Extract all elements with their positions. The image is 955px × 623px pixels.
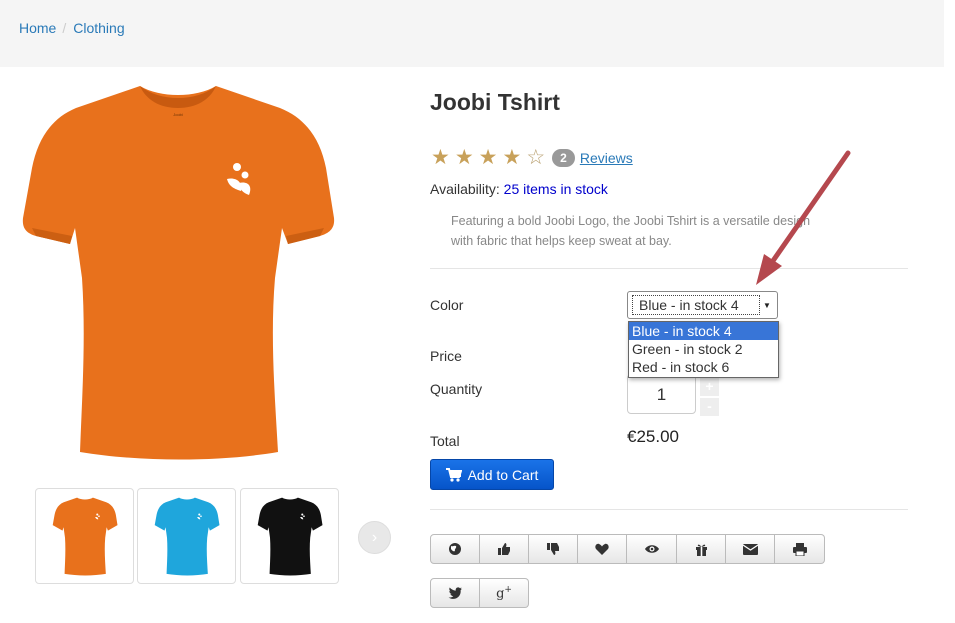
availability-value: 25 items in stock xyxy=(503,181,608,197)
star-filled-icon: ★ xyxy=(502,146,522,169)
thumbnail-blue[interactable] xyxy=(137,488,236,584)
quantity-decrease-button[interactable]: - xyxy=(700,398,719,416)
star-filled-icon: ★ xyxy=(431,146,450,169)
heart-icon xyxy=(595,543,609,555)
color-select[interactable]: Blue - in stock 4 ▼ xyxy=(627,291,778,319)
availability-label: Availability: xyxy=(430,181,500,197)
color-select-value: Blue - in stock 4 xyxy=(632,295,760,315)
breadcrumb-home-link[interactable]: Home xyxy=(19,20,56,36)
product-main-image[interactable]: Joobi xyxy=(20,78,336,462)
dislike-button[interactable] xyxy=(529,534,578,564)
thumbs-up-icon xyxy=(498,543,510,555)
google-plus-icon: g+ xyxy=(496,584,512,602)
thumbnail-black[interactable] xyxy=(240,488,339,584)
quantity-increase-button[interactable]: + xyxy=(700,378,719,396)
wishlist-button[interactable] xyxy=(578,534,627,564)
divider xyxy=(430,509,908,510)
star-empty-icon: ☆ xyxy=(526,146,546,169)
color-dropdown-list: Blue - in stock 4 Green - in stock 2 Red… xyxy=(628,321,779,378)
divider xyxy=(430,268,908,269)
eye-icon xyxy=(644,545,659,553)
color-option-blue[interactable]: Blue - in stock 4 xyxy=(629,322,778,340)
add-to-cart-button[interactable]: Add to Cart xyxy=(430,459,554,490)
product-description: Featuring a bold Joobi Logo, the Joobi T… xyxy=(451,214,811,248)
envelope-icon xyxy=(742,543,758,555)
color-option-green[interactable]: Green - in stock 2 xyxy=(629,340,778,358)
tshirt-thumbnail-image xyxy=(257,497,322,576)
product-rating: ★ ★ ★ ★ ☆ 2 Reviews xyxy=(431,147,633,169)
social-share-group: g+ xyxy=(430,578,529,608)
thumbs-down-icon xyxy=(547,543,559,555)
availability: Availability: 25 items in stock xyxy=(430,181,608,197)
breadcrumb-separator: / xyxy=(62,20,67,36)
print-icon xyxy=(792,542,807,556)
tshirt-thumbnail-image xyxy=(52,497,118,576)
like-button[interactable] xyxy=(480,534,529,564)
color-label: Color xyxy=(430,297,464,313)
breadcrumb-clothing-link[interactable]: Clothing xyxy=(73,20,124,36)
tshirt-thumbnail-image xyxy=(154,497,219,576)
globe-icon xyxy=(449,543,461,555)
star-filled-icon: ★ xyxy=(478,146,498,169)
price-label: Price xyxy=(430,348,462,364)
quantity-input[interactable]: 1 xyxy=(627,374,696,414)
carousel-next-button[interactable]: › xyxy=(358,521,391,554)
breadcrumb: Home / Clothing xyxy=(0,0,944,67)
add-to-cart-label: Add to Cart xyxy=(467,466,539,483)
print-button[interactable] xyxy=(775,534,825,564)
thumbnail-orange[interactable] xyxy=(35,488,134,584)
product-title: Joobi Tshirt xyxy=(430,89,560,115)
caret-down-icon: ▼ xyxy=(763,300,771,310)
watch-button[interactable] xyxy=(627,534,677,564)
gift-button[interactable] xyxy=(677,534,726,564)
chevron-right-icon: › xyxy=(371,528,378,546)
quantity-label: Quantity xyxy=(430,381,483,397)
total-label: Total xyxy=(430,433,460,449)
share-web-button[interactable] xyxy=(430,534,480,564)
gift-icon xyxy=(695,544,707,556)
review-count-badge: 2 xyxy=(552,149,575,167)
star-filled-icon: ★ xyxy=(454,146,474,169)
color-option-red[interactable]: Red - in stock 6 xyxy=(629,358,778,376)
product-actions-group xyxy=(430,534,825,564)
google-plus-share-button[interactable]: g+ xyxy=(480,578,529,608)
email-button[interactable] xyxy=(726,534,775,564)
total-value: €25.00 xyxy=(627,427,679,446)
twitter-icon xyxy=(448,587,462,599)
shopping-cart-icon xyxy=(445,467,462,482)
svg-text:Joobi: Joobi xyxy=(173,112,183,117)
reviews-link[interactable]: Reviews xyxy=(580,150,633,166)
twitter-share-button[interactable] xyxy=(430,578,480,608)
